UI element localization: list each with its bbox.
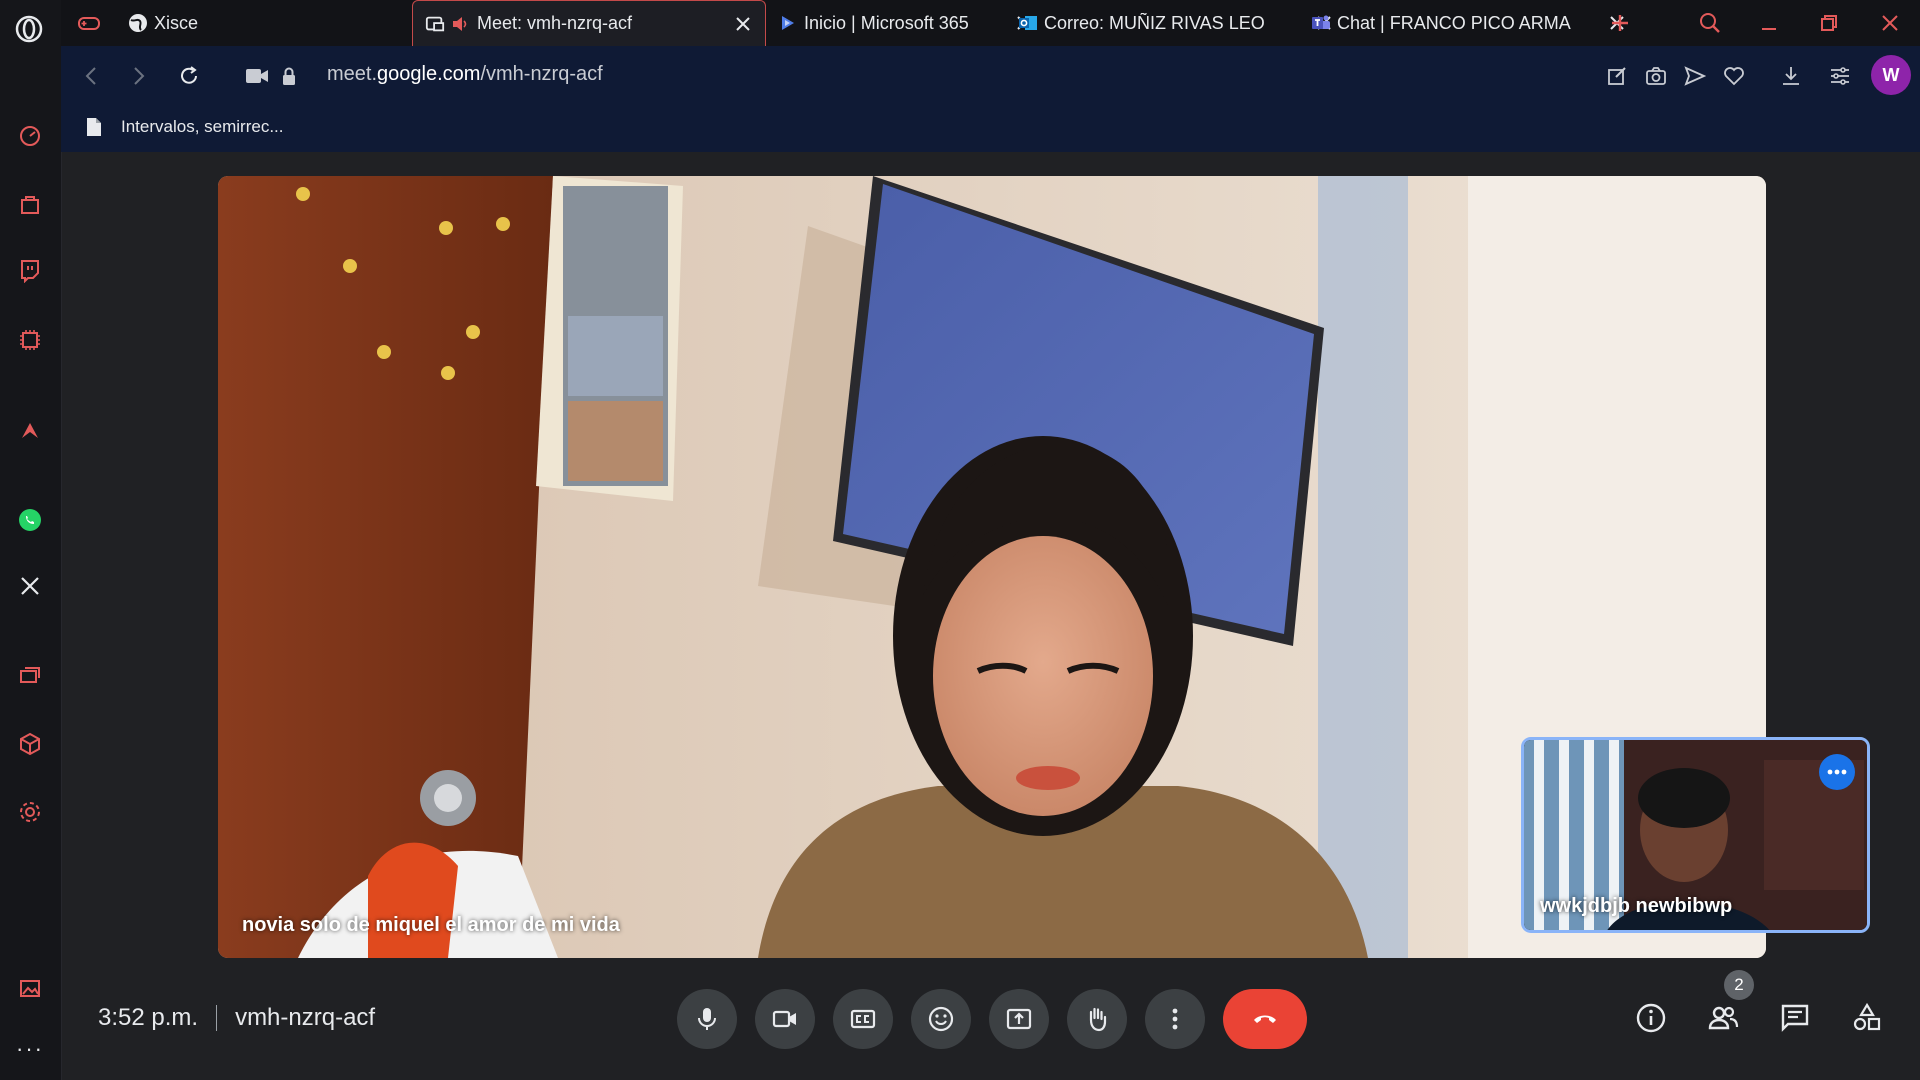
gallery-icon[interactable] (14, 972, 46, 1004)
meeting-details-button[interactable] (1631, 998, 1671, 1038)
more-options-button[interactable] (1145, 989, 1205, 1049)
teams-icon (1312, 15, 1330, 29)
minimize-window-icon[interactable] (1755, 9, 1783, 37)
tab-title: Correo: MUÑIZ RIVAS LEO (1044, 12, 1265, 33)
forward-arrow-icon[interactable] (125, 62, 153, 90)
twitch-icon[interactable] (14, 254, 46, 286)
x-twitter-icon[interactable] (14, 570, 46, 602)
tab-outlook[interactable]: Correo: MUÑIZ RIVAS LEO (1006, 0, 1346, 46)
url-domain: google.com (377, 63, 481, 85)
leave-call-button[interactable] (1223, 989, 1307, 1049)
speaker-audio-icon[interactable] (451, 15, 469, 33)
tab-microsoft-365[interactable]: Inicio | Microsoft 365 (766, 0, 1046, 46)
tab-share-icon (425, 16, 445, 31)
reactions-button[interactable] (911, 989, 971, 1049)
tab-meet[interactable]: Meet: vmh-nzrq-acf (412, 0, 766, 46)
easy-setup-sliders-icon[interactable] (1826, 62, 1854, 90)
microphone-button[interactable] (677, 989, 737, 1049)
snapshot-camera-icon[interactable] (1642, 62, 1670, 90)
speed-dial-icon[interactable] (14, 120, 46, 152)
camera-button[interactable] (755, 989, 815, 1049)
activities-button[interactable] (1847, 998, 1887, 1038)
chat-button[interactable] (1775, 998, 1815, 1038)
present-screen-button[interactable] (989, 989, 1049, 1049)
url-field[interactable]: meet.google.com/vmh-nzrq-acf (327, 63, 603, 86)
divider (216, 1005, 218, 1031)
present-screen-icon (1006, 1008, 1032, 1030)
end-call-icon (1254, 1015, 1276, 1023)
downloads-icon[interactable] (1777, 62, 1805, 90)
bookmarks-bar: Intervalos, semirrec... (61, 106, 1920, 152)
tab-teams-chat[interactable]: Chat | FRANCO PICO ARMA (1299, 0, 1639, 46)
emoji-smile-icon (928, 1006, 954, 1032)
bookmark-label: Intervalos, semirrec... (121, 117, 284, 136)
bookmark-item[interactable]: Intervalos, semirrec... (85, 117, 284, 137)
send-flow-icon[interactable] (1681, 62, 1709, 90)
info-icon (1636, 1003, 1666, 1033)
tab-title: Xisce (154, 12, 199, 33)
close-tab-icon[interactable] (731, 12, 755, 36)
participants-count-badge: 2 (1724, 970, 1754, 1000)
people-icon (1708, 1006, 1739, 1030)
tab-strip: Xisce Meet: vmh-nzrq-acf Inicio | Micros… (61, 0, 1920, 46)
closed-captions-icon (850, 1009, 876, 1029)
address-bar: meet.google.com/vmh-nzrq-acf W (61, 46, 1920, 106)
lock-icon[interactable] (275, 62, 303, 90)
url-prefix: meet. (327, 63, 378, 85)
document-icon (87, 118, 101, 136)
self-view-tile[interactable]: wwkjdbjb newbibwp (1521, 737, 1870, 933)
shopping-bag-icon[interactable] (14, 188, 46, 220)
captions-button[interactable] (833, 989, 893, 1049)
ai-chip-icon[interactable] (14, 324, 46, 356)
browser-sidebar: ··· (0, 0, 62, 1080)
meeting-code: vmh-nzrq-acf (235, 1004, 376, 1031)
self-view-name: wwkjdbjb newbibwp (1540, 895, 1733, 917)
easy-setup-edit-icon[interactable] (1603, 62, 1631, 90)
new-tab-plus-icon[interactable] (1606, 9, 1634, 37)
tab-title: Meet: vmh-nzrq-acf (477, 13, 633, 33)
copilot-icon (782, 16, 794, 30)
microphone-icon (698, 1008, 716, 1030)
activities-shapes-icon (1853, 1002, 1881, 1031)
whatsapp-icon[interactable] (14, 504, 46, 536)
more-vertical-icon (1172, 1008, 1178, 1030)
meeting-time: 3:52 p.m. (98, 1004, 199, 1031)
tab-title: Chat | FRANCO PICO ARMA (1337, 12, 1571, 33)
tab-search-icon[interactable] (1696, 9, 1724, 37)
more-options-icon[interactable]: ··· (16, 1036, 44, 1062)
reload-icon[interactable] (175, 62, 203, 90)
aria-icon[interactable] (14, 414, 46, 446)
chat-icon (1781, 1004, 1809, 1032)
url-path: /vmh-nzrq-acf (480, 63, 603, 85)
raise-hand-button[interactable] (1067, 989, 1127, 1049)
meeting-info: 3:52 p.m. vmh-nzrq-acf (98, 1004, 375, 1032)
camera-in-use-icon[interactable] (243, 62, 271, 90)
restore-window-icon[interactable] (1815, 9, 1843, 37)
back-arrow-icon[interactable] (77, 62, 105, 90)
tab-islands-icon[interactable] (14, 660, 46, 692)
people-button[interactable] (1703, 998, 1743, 1038)
globe-icon (129, 14, 147, 32)
participant-name-label: novia solo de miquel el amor de mi vida (242, 914, 620, 936)
tab-title: Inicio | Microsoft 365 (804, 12, 969, 33)
outlook-icon (1019, 16, 1037, 30)
profile-avatar[interactable]: W (1871, 55, 1911, 95)
settings-gear-icon[interactable] (14, 796, 46, 828)
raise-hand-icon (1089, 1007, 1107, 1032)
crypto-wallet-icon[interactable] (14, 728, 46, 760)
opera-logo-icon[interactable] (14, 14, 44, 44)
close-window-icon[interactable] (1876, 9, 1904, 37)
video-camera-icon (772, 1010, 796, 1028)
more-options-icon[interactable] (1819, 754, 1855, 790)
bookmark-heart-icon[interactable] (1720, 62, 1748, 90)
tab-xisce[interactable]: Xisce (116, 0, 456, 46)
gamepad-icon[interactable] (75, 9, 103, 37)
